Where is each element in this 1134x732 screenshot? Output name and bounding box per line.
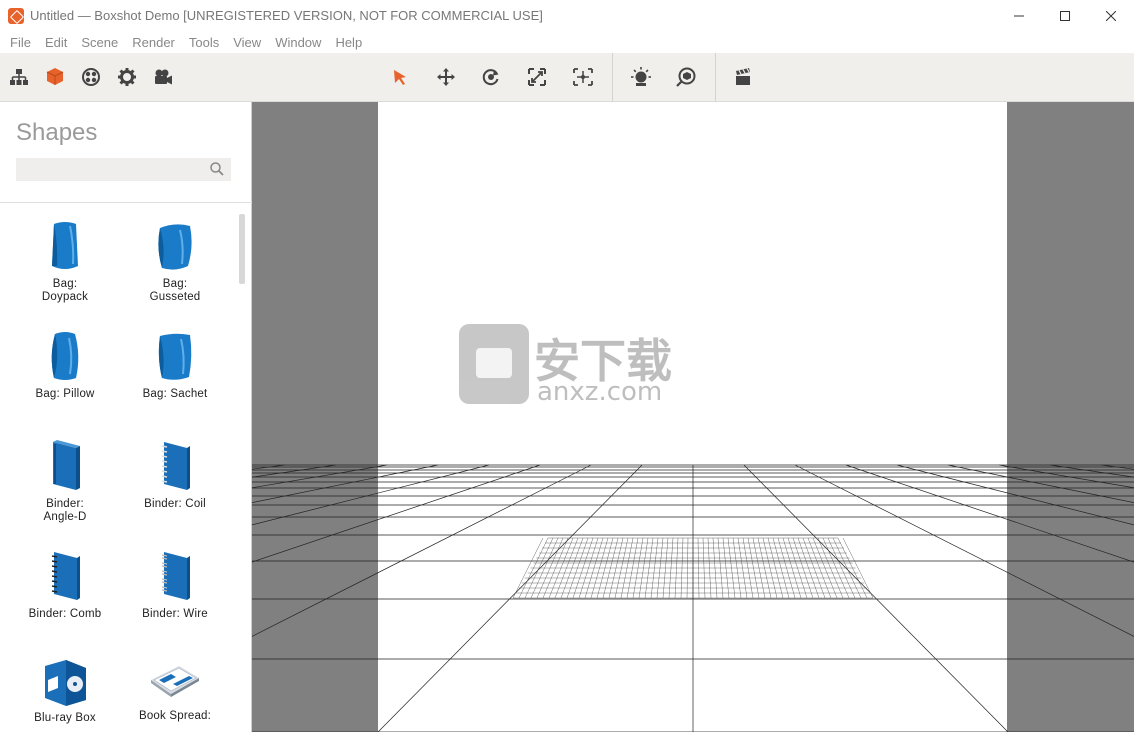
light-icon — [631, 67, 651, 86]
shape-label: Blu-ray Box — [34, 712, 96, 724]
toolbar-separator — [612, 53, 613, 101]
watermark-subtext: anxz.com — [537, 377, 662, 407]
shape-binder-wire[interactable]: Binder: Wire — [120, 548, 230, 621]
bag-doypack-icon — [52, 222, 78, 269]
shape-search-input[interactable] — [16, 158, 231, 181]
snap-tool-button[interactable] — [569, 63, 597, 91]
shape-bag-sachet[interactable]: Bag: Sachet — [120, 330, 230, 401]
panel-title: Shapes — [16, 119, 98, 146]
shape-label: Binder: Wire — [142, 608, 208, 620]
shape-label: Book Spread: — [138, 710, 212, 722]
camera-icon — [155, 69, 172, 85]
rotate-tool-button[interactable] — [477, 63, 505, 91]
scrollbar-thumb[interactable] — [239, 214, 245, 284]
menu-render[interactable]: Render — [125, 35, 182, 50]
shape-label: Binder: Angle-D — [43, 498, 87, 523]
scale-tool-button[interactable] — [523, 63, 551, 91]
shape-label: Binder: Coil — [144, 498, 206, 510]
shapes-icon — [46, 68, 64, 85]
menu-file[interactable]: File — [3, 35, 38, 50]
shape-label: Bag: Doypack — [41, 278, 89, 303]
light-tool-button[interactable] — [627, 63, 655, 91]
minimize-button[interactable] — [996, 0, 1042, 31]
shape-label: Binder: Comb — [28, 608, 102, 620]
window-controls — [996, 0, 1134, 31]
shape-label: Bag: Gusseted — [149, 278, 201, 303]
shape-bag-doypack[interactable]: Bag: Doypack — [10, 220, 120, 304]
app-logo-icon — [8, 7, 24, 24]
move-icon — [437, 68, 455, 86]
bag-pillow-icon — [51, 332, 79, 380]
render-area — [378, 102, 1007, 732]
render-preview-icon — [676, 67, 696, 87]
binder-comb-icon — [51, 552, 80, 600]
bag-sachet-icon — [158, 333, 192, 380]
shapes-panel: Shapes Bag: Doypack Bag: Gusseted Bag: P… — [0, 102, 252, 732]
menu-bar: File Edit Scene Render Tools View Window… — [0, 31, 1134, 53]
bluray-box-icon — [45, 660, 86, 706]
menu-view[interactable]: View — [226, 35, 268, 50]
menu-scene[interactable]: Scene — [74, 35, 125, 50]
menu-help[interactable]: Help — [328, 35, 369, 50]
panel-divider — [0, 202, 252, 203]
shape-binder-angle-d[interactable]: Binder: Angle-D — [10, 438, 120, 524]
shape-bag-pillow[interactable]: Bag: Pillow — [10, 330, 120, 401]
shape-label: Bag: Sachet — [142, 388, 208, 400]
title-bar: Untitled — Boxshot Demo [UNREGISTERED VE… — [0, 0, 1134, 31]
select-tool-button[interactable] — [386, 63, 414, 91]
close-button[interactable] — [1088, 0, 1134, 31]
materials-tab-button[interactable] — [77, 63, 105, 91]
select-arrow-icon — [394, 70, 406, 85]
book-spread-icon — [151, 666, 199, 697]
watermark: 安下载 anxz.com — [459, 324, 672, 407]
menu-edit[interactable]: Edit — [38, 35, 74, 50]
3d-viewport[interactable]: 安下载 anxz.com — [252, 102, 1134, 732]
shape-bluray-box[interactable]: Blu-ray Box — [10, 658, 120, 725]
rotate-icon — [482, 69, 499, 86]
shape-binder-comb[interactable]: Binder: Comb — [10, 548, 120, 621]
binder-wire-icon — [161, 552, 190, 600]
scene-tree-icon — [10, 69, 28, 85]
scene-tree-button[interactable] — [5, 63, 33, 91]
scale-icon — [528, 68, 546, 86]
close-icon — [1106, 10, 1116, 21]
toolbar — [0, 53, 1134, 102]
materials-icon — [82, 68, 100, 86]
move-tool-button[interactable] — [432, 63, 460, 91]
menu-window[interactable]: Window — [268, 35, 328, 50]
camera-tab-button[interactable] — [149, 63, 177, 91]
maximize-button[interactable] — [1042, 0, 1088, 31]
shape-bag-gusseted[interactable]: Bag: Gusseted — [120, 220, 230, 304]
toolbar-separator — [715, 53, 716, 101]
clapperboard-icon — [736, 68, 750, 85]
menu-tools[interactable]: Tools — [182, 35, 226, 50]
binder-coil-icon — [161, 442, 190, 490]
render-preview-button[interactable] — [672, 63, 700, 91]
settings-icon — [118, 68, 136, 86]
shape-label: Bag: Pillow — [35, 388, 95, 400]
shape-binder-coil[interactable]: Binder: Coil — [120, 438, 230, 511]
maximize-icon — [1060, 10, 1070, 21]
bag-gusseted-icon — [158, 224, 192, 270]
render-button[interactable] — [729, 63, 757, 91]
search-icon[interactable] — [209, 161, 225, 177]
snap-icon — [573, 68, 593, 86]
shapes-tab-button[interactable] — [41, 63, 69, 91]
scene-canvas[interactable]: 安下载 anxz.com — [252, 102, 1134, 732]
window-title: Untitled — Boxshot Demo [UNREGISTERED VE… — [30, 8, 543, 23]
shape-book-spread[interactable]: Book Spread: — [120, 658, 230, 723]
settings-tab-button[interactable] — [113, 63, 141, 91]
minimize-icon — [1014, 15, 1024, 16]
binder-angle-d-icon — [53, 440, 80, 490]
